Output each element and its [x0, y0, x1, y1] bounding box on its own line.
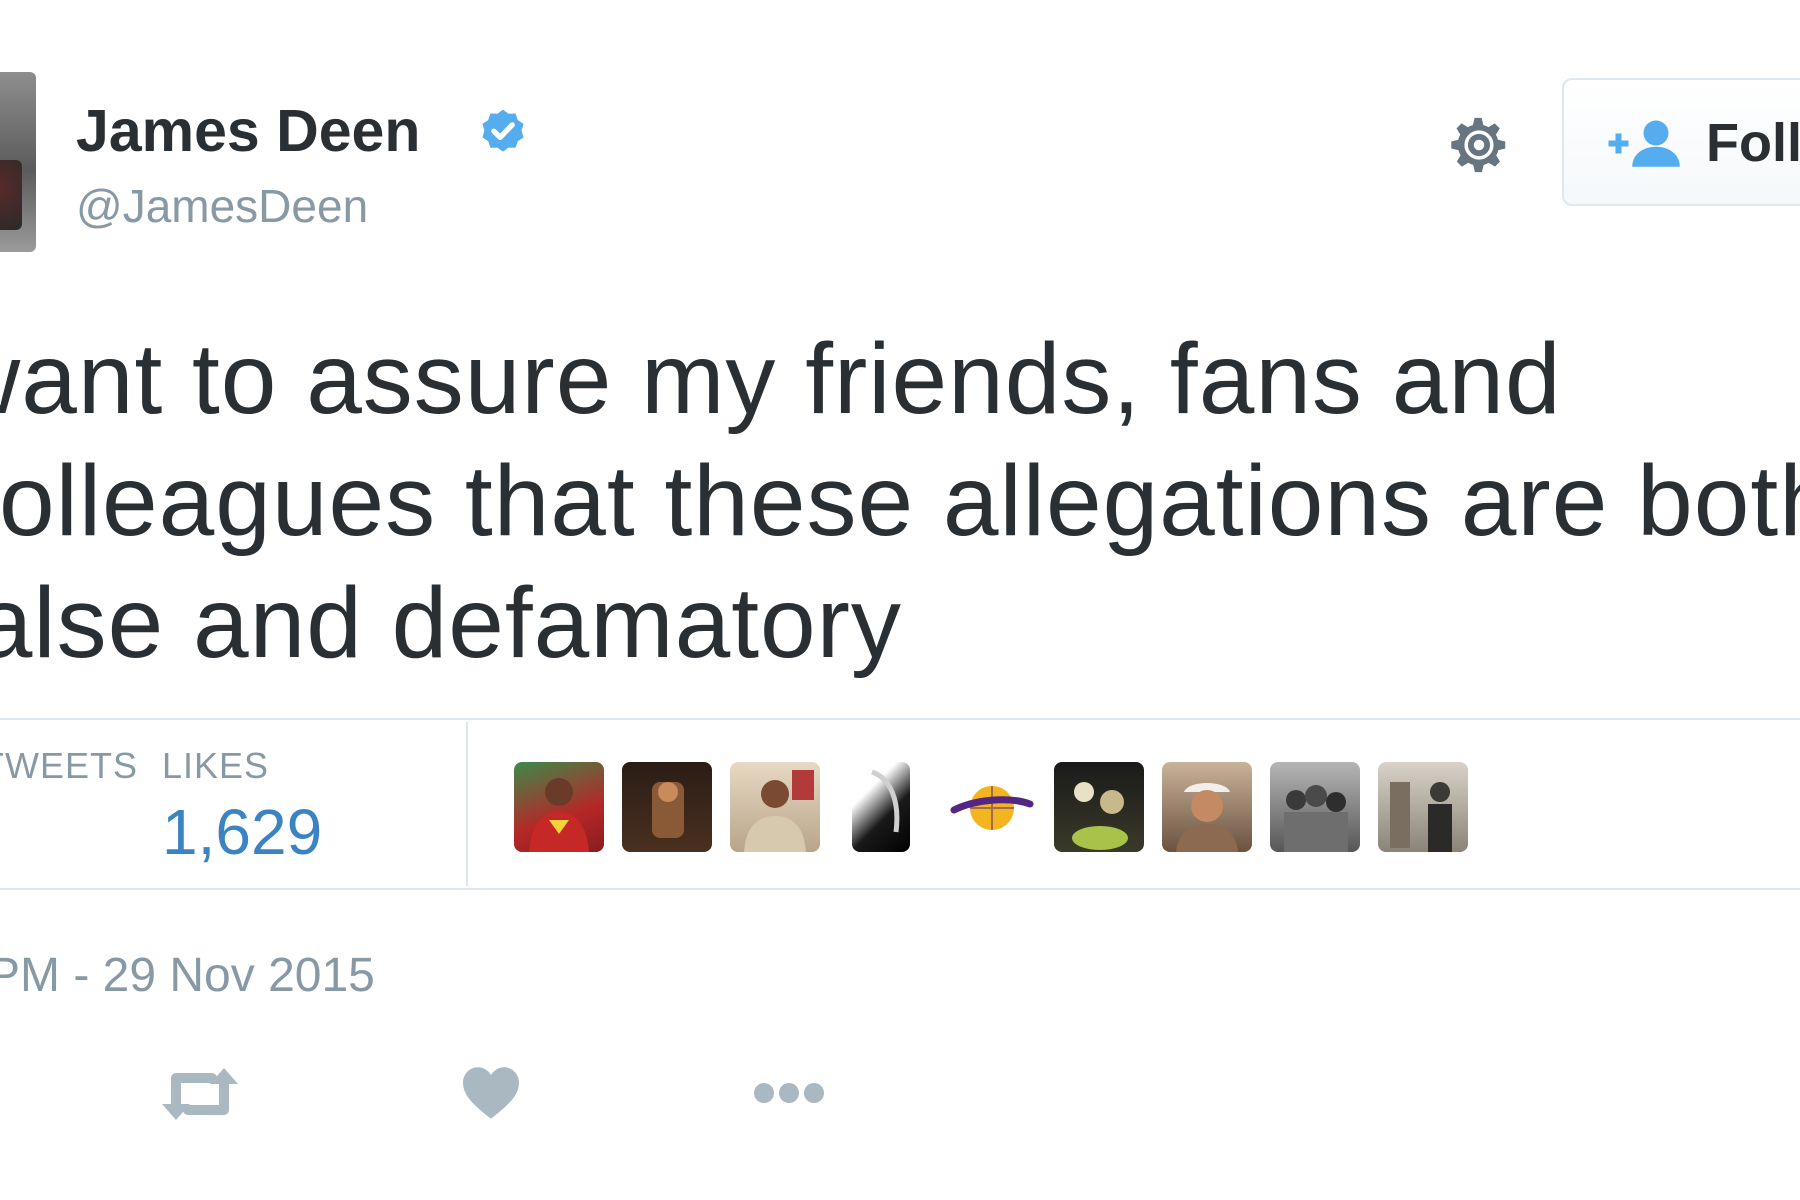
follow-button-label: Foll — [1706, 113, 1800, 173]
avatar-red-shirt — [529, 778, 589, 852]
avatar-sweater — [744, 770, 814, 852]
avatar-dark-room — [652, 782, 684, 838]
retweet-icon[interactable] — [160, 1064, 240, 1124]
avatar-street — [1390, 782, 1452, 852]
follow-button[interactable]: Foll — [1562, 78, 1800, 206]
retweets-label[interactable]: RETWEETS — [0, 748, 138, 784]
tweet-text: want to assure my friends, fans and coll… — [0, 318, 1800, 684]
avatar-group-photo — [1072, 782, 1128, 850]
avatar-black-white — [871, 769, 900, 833]
stats-divider-top — [0, 718, 1800, 720]
user-display-name[interactable]: James Deen — [76, 102, 420, 161]
tweet-timestamp[interactable]: PM - 29 Nov 2015 — [0, 952, 375, 1000]
liker-avatar[interactable] — [1162, 762, 1252, 852]
liker-avatar[interactable] — [730, 762, 820, 852]
likes-count[interactable]: 1,629 — [162, 800, 322, 864]
verified-badge-icon — [482, 109, 524, 152]
lakers-logo — [950, 786, 1034, 830]
tweet-text-line: want to assure my friends, fans and — [0, 323, 1562, 435]
liker-avatar[interactable] — [1378, 762, 1468, 852]
liker-avatar[interactable] — [1270, 762, 1360, 852]
likes-label[interactable]: LIKES — [162, 748, 269, 784]
add-user-icon — [1608, 120, 1680, 167]
user-avatar[interactable] — [0, 72, 36, 252]
tweet-text-line: false and defamatory — [0, 567, 902, 679]
avatar-cap — [1176, 783, 1238, 852]
tweet-page: James Deen @JamesDeen Foll want to assur… — [0, 0, 1800, 1200]
heart-icon[interactable] — [460, 1064, 522, 1120]
avatar-detail — [0, 160, 22, 230]
tweet-text-line: colleagues that these allegations are bo… — [0, 445, 1800, 557]
more-dots-icon[interactable] — [752, 1080, 826, 1106]
liker-avatar[interactable] — [852, 762, 910, 852]
liker-avatar[interactable] — [622, 762, 712, 852]
stats-vertical-divider — [466, 722, 468, 886]
liker-avatar[interactable] — [1054, 762, 1144, 852]
avatar-grey-group — [1284, 785, 1348, 852]
liker-avatar[interactable] — [514, 762, 604, 852]
liker-avatar[interactable] — [946, 762, 1036, 852]
stats-divider-bottom — [0, 888, 1800, 890]
gear-icon[interactable] — [1444, 110, 1514, 180]
user-handle[interactable]: @JamesDeen — [76, 183, 368, 229]
